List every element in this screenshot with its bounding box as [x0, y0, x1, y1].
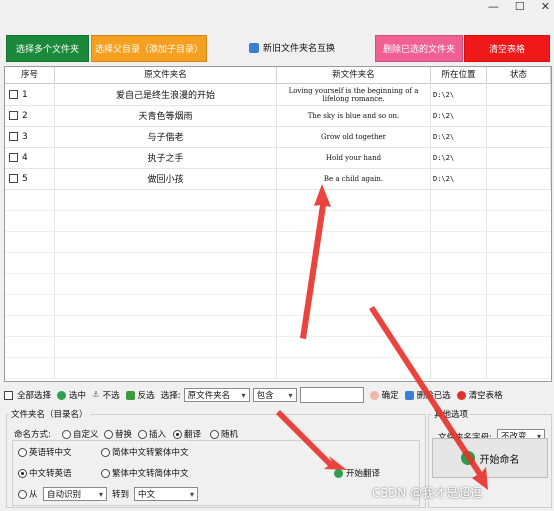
watermark: CSDN @我才是超逗 — [372, 486, 483, 500]
red-arrow-table — [300, 184, 331, 339]
annotation-arrows — [276, 184, 488, 490]
red-arrow-start — [369, 306, 488, 490]
red-arrow-translate — [276, 410, 347, 470]
